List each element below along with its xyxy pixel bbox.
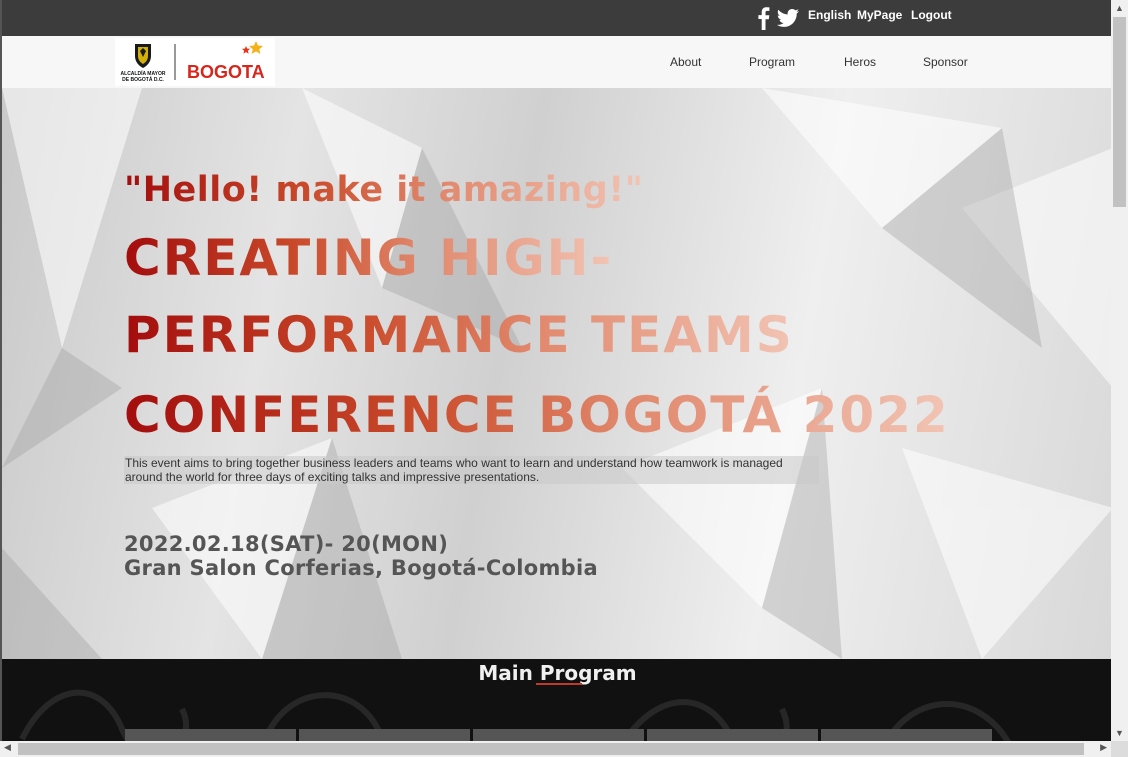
program-heading-underline	[536, 683, 582, 685]
logo-brand-text: BOGOTA	[187, 62, 265, 82]
vertical-scroll-thumb[interactable]	[1113, 17, 1126, 207]
hero-description: This event aims to bring together busine…	[124, 456, 819, 484]
program-card[interactable]	[821, 729, 992, 741]
vertical-scrollbar[interactable]: ▲ ▼	[1111, 0, 1128, 741]
logout-link[interactable]: Logout	[911, 8, 952, 22]
facebook-icon[interactable]	[754, 6, 772, 30]
scroll-down-arrow-icon[interactable]: ▼	[1115, 728, 1124, 738]
scroll-right-arrow-icon[interactable]: ▶	[1100, 742, 1107, 753]
nav-program[interactable]: Program	[749, 55, 795, 69]
logo-org-line-2: DE BOGOTÁ D.C.	[122, 76, 164, 83]
scrollbar-corner	[1111, 741, 1128, 757]
browser-viewport: English MyPage Logout ALCALDÍA MAYOR DE …	[0, 0, 1111, 741]
hero-title-line-1: CREATING HIGH-	[124, 229, 614, 287]
hero-title-line-2: PERFORMANCE TEAMS	[124, 306, 794, 364]
event-venue: Gran Salon Corferias, Bogotá-Colombia	[124, 556, 598, 580]
nav-about[interactable]: About	[670, 55, 701, 69]
scroll-up-arrow-icon[interactable]: ▲	[1115, 3, 1124, 13]
program-card[interactable]	[473, 729, 644, 741]
horizontal-scrollbar[interactable]: ◀ ▶	[0, 741, 1111, 757]
event-date: 2022.02.18(SAT)- 20(MON)	[124, 532, 449, 556]
program-card[interactable]	[647, 729, 818, 741]
twitter-icon[interactable]	[776, 6, 800, 30]
hero-description-line-1: This event aims to bring together busine…	[125, 456, 783, 470]
hero-description-line-2: around the world for three days of excit…	[125, 470, 540, 484]
program-heading: Main Program	[478, 661, 637, 685]
top-bar: English MyPage Logout	[2, 0, 1111, 36]
hero-tagline: "Hello! make it amazing!"	[124, 170, 644, 210]
nav-sponsor[interactable]: Sponsor	[923, 55, 968, 69]
program-card[interactable]	[125, 729, 296, 741]
logo-org-line-1: ALCALDÍA MAYOR	[121, 69, 166, 77]
main-nav: ALCALDÍA MAYOR DE BOGOTÁ D.C. BOGOTA Abo…	[2, 36, 1111, 88]
english-link[interactable]: English	[808, 8, 851, 22]
bogota-logo-graphic: ALCALDÍA MAYOR DE BOGOTÁ D.C. BOGOTA	[121, 41, 265, 83]
program-card[interactable]	[299, 729, 470, 741]
mypage-link[interactable]: MyPage	[857, 8, 902, 22]
hero-title-line-3: CONFERENCE BOGOTÁ 2022	[124, 386, 950, 444]
horizontal-scroll-thumb[interactable]	[18, 743, 1084, 755]
hero-section: "Hello! make it amazing!" CREATING HIGH-…	[2, 88, 1111, 659]
site-logo[interactable]: ALCALDÍA MAYOR DE BOGOTÁ D.C. BOGOTA	[115, 38, 275, 86]
scroll-left-arrow-icon[interactable]: ◀	[4, 742, 11, 753]
main-program-section: Main Program	[2, 659, 1111, 741]
nav-heros[interactable]: Heros	[844, 55, 876, 69]
